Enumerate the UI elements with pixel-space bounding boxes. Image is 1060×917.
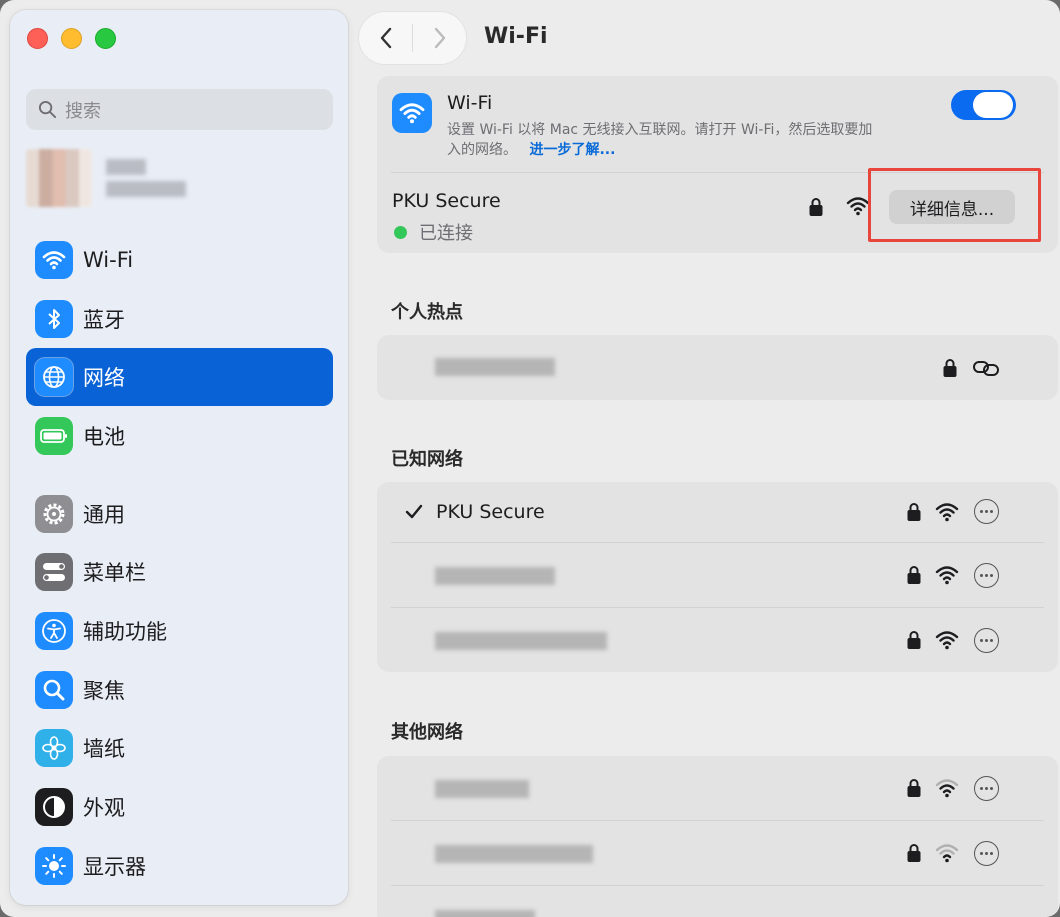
more-options-icon[interactable]	[974, 841, 999, 866]
wifi-signal-icon	[846, 197, 870, 216]
sidebar-item-general[interactable]: 通用	[26, 485, 333, 543]
wifi-toggle[interactable]	[951, 90, 1016, 120]
sidebar-item-spotlight[interactable]: 聚焦	[26, 661, 333, 719]
connection-status: 已连接	[394, 219, 473, 245]
magnifier-icon	[35, 671, 73, 709]
account-name-redacted	[106, 159, 186, 197]
network-name: PKU Secure	[436, 501, 545, 523]
known-network-row[interactable]	[377, 608, 1058, 672]
sidebar-item-label: 辅助功能	[83, 620, 167, 644]
sidebar-item-label: 电池	[83, 425, 125, 449]
sidebar-item-label: 蓝牙	[83, 308, 125, 332]
wifi-signal-icon	[935, 844, 959, 863]
link-chain-icon[interactable]	[972, 358, 1000, 378]
wifi-description-end: 入的网络。	[447, 142, 517, 158]
lock-icon	[907, 844, 921, 862]
sun-icon	[35, 847, 73, 885]
lock-icon	[907, 503, 921, 521]
sidebar-item-wifi[interactable]: Wi-Fi	[26, 231, 333, 289]
flower-icon	[35, 729, 73, 767]
network-name-redacted	[435, 910, 535, 917]
sidebar-item-label: 外观	[83, 796, 125, 820]
settings-window: 搜索 Wi-Fi 蓝牙 网络 电池 通用 菜单栏 辅助功能 聚焦 墙纸 外观 显…	[0, 0, 1060, 917]
other-network-row[interactable]	[377, 756, 1058, 820]
wifi-title: Wi-Fi	[447, 92, 493, 114]
close-window-button[interactable]	[27, 28, 48, 49]
zoom-window-button[interactable]	[95, 28, 116, 49]
known-network-row[interactable]	[377, 543, 1058, 607]
learn-more-link[interactable]: 进一步了解...	[529, 142, 615, 158]
chevron-right-icon	[434, 27, 445, 49]
sidebar-item-appearance[interactable]: 外观	[26, 778, 333, 836]
page-title: Wi-Fi	[484, 24, 548, 49]
more-options-icon[interactable]	[974, 563, 999, 588]
wifi-icon	[35, 241, 73, 279]
wifi-signal-icon	[935, 503, 959, 522]
other-network-row[interactable]	[377, 821, 1058, 885]
bluetooth-icon	[35, 300, 73, 338]
menubar-toggle-icon	[35, 553, 73, 591]
lock-icon	[809, 198, 823, 216]
sidebar-item-bluetooth[interactable]: 蓝牙	[26, 290, 333, 348]
back-button[interactable]	[359, 12, 412, 64]
section-title-known: 已知网络	[391, 449, 463, 470]
wifi-signal-icon	[935, 631, 959, 650]
checkmark-icon	[405, 504, 423, 519]
status-dot	[394, 225, 407, 239]
accessibility-icon	[35, 612, 73, 650]
more-options-icon[interactable]	[974, 776, 999, 801]
wifi-icon	[392, 93, 432, 133]
sidebar-item-label: 聚焦	[83, 679, 125, 703]
forward-button[interactable]	[413, 12, 466, 64]
network-name-redacted	[435, 632, 607, 650]
sidebar-item-network[interactable]: 网络	[26, 348, 333, 406]
wifi-signal-icon	[935, 779, 959, 798]
hotspot-name-redacted	[435, 358, 555, 376]
other-networks-card	[377, 756, 1058, 917]
network-name-redacted	[435, 845, 593, 863]
search-field[interactable]: 搜索	[26, 89, 333, 130]
sidebar-item-label: 显示器	[83, 855, 146, 879]
sidebar-item-label: 墙纸	[83, 737, 125, 761]
section-title-other: 其他网络	[391, 722, 463, 743]
lock-icon	[907, 779, 921, 797]
sidebar-item-battery[interactable]: 电池	[26, 407, 333, 465]
appearance-icon	[35, 788, 73, 826]
globe-icon	[35, 358, 73, 396]
highlight-annotation-box	[868, 168, 1041, 242]
sidebar-item-label: Wi-Fi	[83, 248, 134, 272]
wifi-description: 设置 Wi-Fi 以将 Mac 无线接入互联网。请打开 Wi-Fi，然后选取要加	[447, 122, 873, 138]
network-name-redacted	[435, 567, 555, 585]
sidebar-item-displays[interactable]: 显示器	[26, 837, 333, 895]
network-name-redacted	[435, 780, 529, 798]
more-options-icon[interactable]	[974, 628, 999, 653]
lock-icon	[907, 566, 921, 584]
minimize-window-button[interactable]	[61, 28, 82, 49]
battery-icon	[35, 417, 73, 455]
hotspot-card	[377, 335, 1058, 400]
more-options-icon[interactable]	[974, 499, 999, 524]
wifi-signal-icon	[935, 566, 959, 585]
section-title-hotspot: 个人热点	[391, 302, 463, 323]
chevron-left-icon	[380, 27, 391, 49]
sidebar-item-accessibility[interactable]: 辅助功能	[26, 602, 333, 660]
search-placeholder: 搜索	[65, 100, 101, 122]
other-network-row[interactable]	[377, 886, 1058, 917]
lock-icon	[907, 631, 921, 649]
sidebar-item-label: 网络	[83, 366, 125, 390]
sidebar-item-label: 通用	[83, 503, 125, 527]
known-network-row[interactable]: PKU Secure	[377, 482, 1058, 542]
lock-icon	[943, 359, 957, 377]
search-icon	[38, 100, 57, 119]
sidebar-item-label: 菜单栏	[83, 561, 146, 585]
account-row[interactable]	[26, 148, 326, 208]
connected-network-name: PKU Secure	[392, 190, 501, 212]
known-networks-card: PKU Secure	[377, 482, 1058, 672]
gear-icon	[35, 495, 73, 533]
sidebar-item-menubar[interactable]: 菜单栏	[26, 543, 333, 601]
navigation-buttons	[359, 12, 466, 64]
avatar	[26, 149, 92, 207]
sidebar-item-wallpaper[interactable]: 墙纸	[26, 719, 333, 777]
